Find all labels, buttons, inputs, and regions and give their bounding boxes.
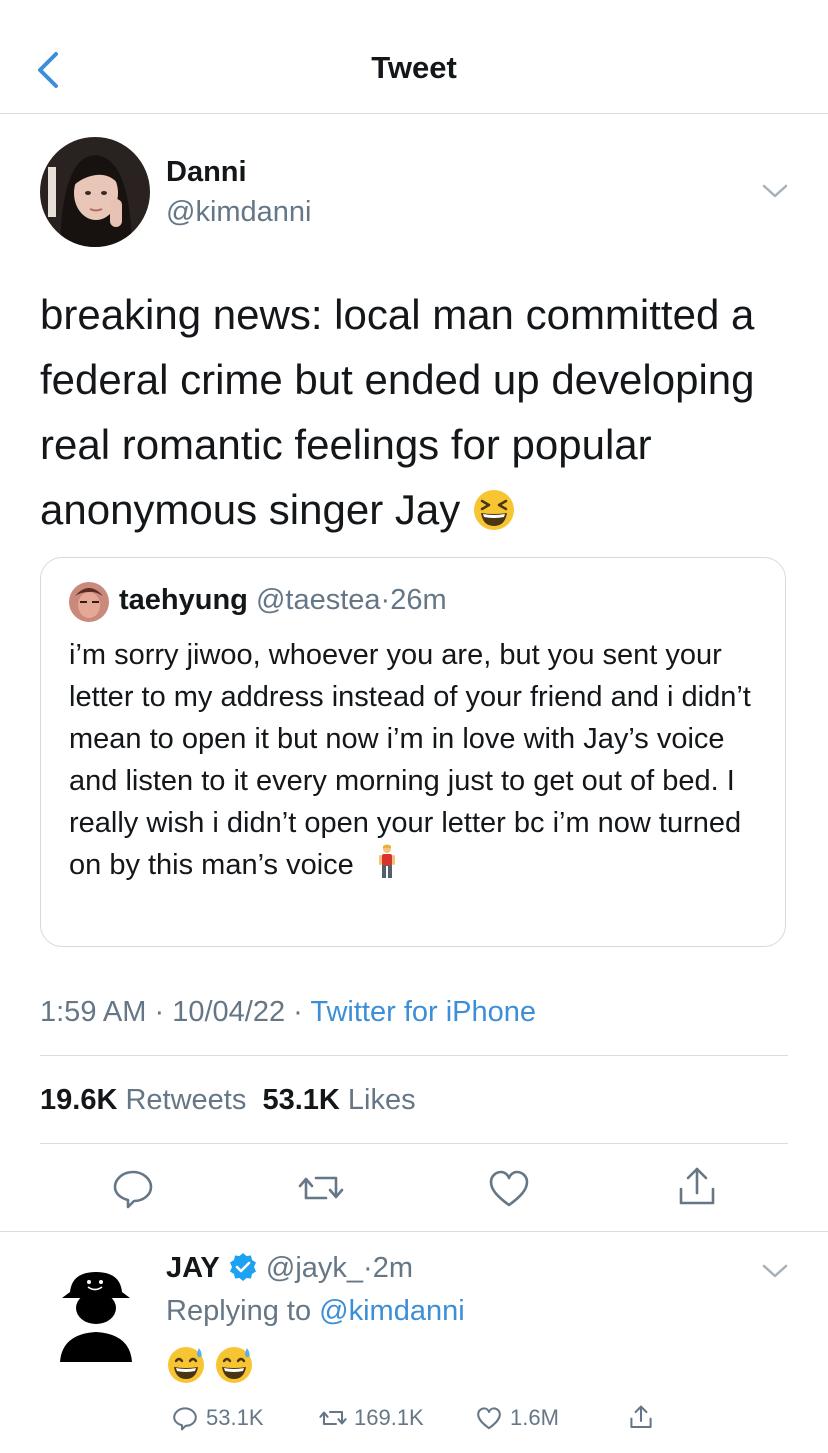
grinning-face-with-sweat-icon [168, 1347, 204, 1383]
heart-icon [489, 1170, 529, 1207]
tweet-time: 1:59 AM [40, 996, 147, 1028]
man-standing-icon [378, 844, 395, 878]
reply-button[interactable] [108, 1163, 158, 1213]
reply-reply-button[interactable]: 53.1K [170, 1398, 264, 1438]
reply-share-button[interactable] [626, 1398, 656, 1438]
separator: · [363, 1252, 373, 1284]
retweets-count[interactable]: 19.6K [40, 1084, 117, 1116]
quoted-time: 26m [390, 584, 447, 616]
reply-name[interactable]: JAY [166, 1252, 220, 1284]
reply-retweet-button[interactable]: 169.1K [318, 1398, 424, 1438]
client-link[interactable]: Twitter for iPhone [310, 996, 536, 1028]
separator: · [154, 996, 165, 1028]
tweet-meta: 1:59 AM · 10/04/22 · Twitter for iPhone [40, 996, 536, 1029]
verified-badge-icon [229, 1253, 256, 1281]
heart-icon [477, 1407, 501, 1430]
tweet-options-button[interactable] [758, 178, 792, 204]
share-button[interactable] [672, 1163, 722, 1213]
quoted-avatar [69, 582, 109, 622]
reply-header: JAY @jayk_·2m [166, 1252, 413, 1285]
tweet-stats: 19.6K Retweets 53.1K Likes [40, 1084, 416, 1117]
page-title: Tweet [371, 50, 457, 85]
likes-count[interactable]: 53.1K [262, 1084, 339, 1116]
quoted-body: i’m sorry jiwoo, whoever you are, but yo… [69, 639, 751, 881]
reply-avatar[interactable] [56, 1262, 136, 1372]
chevron-down-icon [762, 184, 788, 198]
reply-icon [113, 1170, 153, 1209]
quoted-text: i’m sorry jiwoo, whoever you are, but yo… [69, 634, 769, 886]
like-count: 1.6M [510, 1405, 559, 1430]
quoted-handle: @taestea [255, 584, 381, 616]
reply-text [166, 1344, 254, 1384]
divider [40, 1143, 788, 1144]
reply-handle[interactable]: @jayk_ [266, 1252, 363, 1284]
retweets-label[interactable]: Retweets [125, 1084, 246, 1116]
divider [0, 1231, 828, 1232]
reply-count: 53.1K [206, 1405, 264, 1430]
grinning-face-with-sweat-icon [216, 1347, 253, 1383]
replying-prefix: Replying to [166, 1295, 312, 1327]
quoted-tweet[interactable]: taehyung @taestea·26m i’m sorry jiwoo, w… [40, 557, 786, 947]
reply-options-button[interactable] [758, 1258, 792, 1284]
reply-time: 2m [372, 1252, 413, 1284]
chevron-down-icon [762, 1264, 788, 1278]
retweet-icon [319, 1410, 347, 1426]
like-button[interactable] [484, 1163, 534, 1213]
tweet-text: breaking news: local man committed a fed… [40, 282, 800, 542]
quoted-name: taehyung [119, 584, 248, 616]
divider [40, 1055, 788, 1056]
share-icon [630, 1405, 652, 1429]
retweet-icon [298, 1176, 344, 1200]
author-handle[interactable]: @kimdanni [166, 196, 312, 229]
replying-to: Replying to @kimdanni [166, 1295, 465, 1328]
reply-like-button[interactable]: 1.6M [474, 1398, 559, 1438]
quoted-header: taehyung @taestea·26m [119, 584, 447, 617]
separator: · [293, 996, 303, 1028]
author-name[interactable]: Danni [166, 156, 247, 189]
likes-label[interactable]: Likes [348, 1084, 416, 1116]
avatar[interactable] [40, 137, 150, 247]
tweet-body: breaking news: local man committed a fed… [40, 291, 755, 533]
grinning-squinting-face-icon [473, 490, 514, 530]
retweet-count: 169.1K [354, 1405, 424, 1430]
separator: · [380, 584, 391, 616]
tweet-date: 10/04/22 [172, 996, 286, 1028]
replying-to-link[interactable]: @kimdanni [319, 1295, 465, 1327]
retweet-button[interactable] [296, 1163, 346, 1213]
reply-icon [173, 1407, 197, 1431]
share-icon [679, 1167, 715, 1205]
